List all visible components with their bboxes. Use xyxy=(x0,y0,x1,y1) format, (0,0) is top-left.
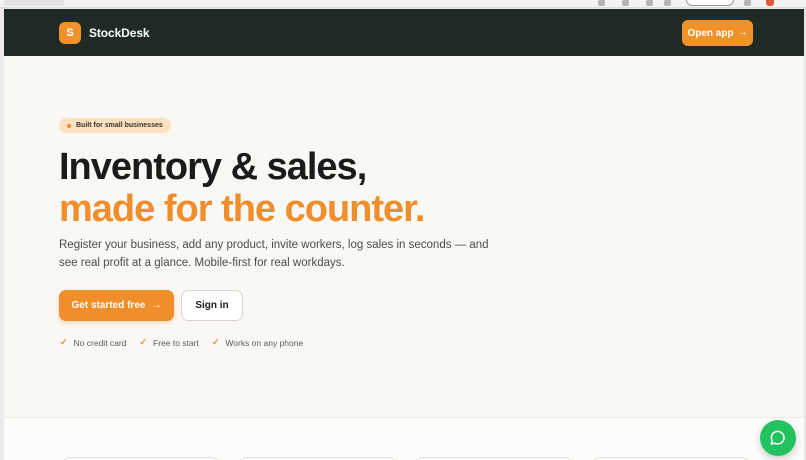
perk-label: No credit card xyxy=(73,337,127,348)
perk-list: ✓ No credit card ✓ Free to start ✓ Works… xyxy=(60,337,303,348)
brand[interactable]: S StockDesk xyxy=(59,22,150,44)
browser-tab-remnant xyxy=(4,0,64,6)
browser-toolbar-strip xyxy=(0,0,806,8)
perk-item: ✓ Works on any phone xyxy=(212,337,303,348)
chat-bubble-icon xyxy=(770,430,785,445)
browser-extension-icon[interactable] xyxy=(646,0,653,6)
check-icon: ✓ xyxy=(60,337,68,347)
landing-page: S StockDesk Open app → Built for small b… xyxy=(4,9,806,460)
arrow-right-icon: → xyxy=(737,27,748,38)
features-section xyxy=(4,418,806,460)
browser-profile-pill[interactable] xyxy=(686,0,734,6)
sign-in-label: Sign in xyxy=(195,300,229,311)
check-icon: ✓ xyxy=(211,337,220,347)
sign-in-button[interactable]: Sign in xyxy=(181,290,243,321)
perk-item: ✓ Free to start xyxy=(139,337,198,348)
chat-button[interactable] xyxy=(760,420,796,456)
hero-lead: Register your business, add any product,… xyxy=(59,239,489,269)
browser-menu-icon[interactable] xyxy=(744,0,751,6)
browser-extension-icon[interactable] xyxy=(664,0,671,6)
get-started-button[interactable]: Get started free → xyxy=(59,290,174,321)
perk-item: ✓ No credit card xyxy=(60,337,126,348)
badge-text: Built for small businesses xyxy=(76,122,163,129)
perk-label: Works on any phone xyxy=(225,337,304,348)
browser-extension-icon[interactable] xyxy=(622,0,629,6)
brand-name: StockDesk xyxy=(89,26,150,40)
badge-dot-icon xyxy=(67,123,71,128)
open-app-label: Open app xyxy=(687,27,734,39)
open-app-button[interactable]: Open app → xyxy=(682,20,753,46)
hero-badge: Built for small businesses xyxy=(59,118,171,133)
hero-title: Inventory & sales, xyxy=(59,146,367,188)
check-icon: ✓ xyxy=(139,337,148,347)
logo-icon: S xyxy=(59,22,81,44)
get-started-label: Get started free xyxy=(71,300,146,311)
top-navbar: S StockDesk Open app → xyxy=(4,9,806,56)
hero-title-accent: made for the counter. xyxy=(59,188,425,230)
browser-extension-icon[interactable] xyxy=(598,0,605,6)
arrow-right-icon: → xyxy=(151,299,162,311)
browser-extension-icon[interactable] xyxy=(766,0,774,6)
perk-label: Free to start xyxy=(153,337,199,348)
